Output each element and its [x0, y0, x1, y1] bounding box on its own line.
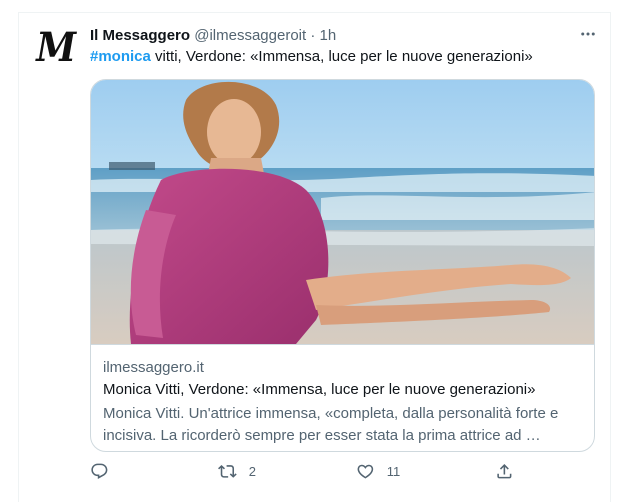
card-description: Monica Vitti. Un'attrice immensa, «compl… [103, 405, 559, 444]
reply-button[interactable] [90, 462, 121, 481]
avatar[interactable]: M [34, 26, 78, 70]
like-count: 11 [386, 463, 401, 479]
timeline-border-left [18, 12, 19, 502]
like-button[interactable]: 11 [356, 462, 400, 481]
link-preview-card[interactable]: ilmessaggero.it Monica Vitti, Verdone: «… [90, 79, 595, 452]
hashtag-link[interactable]: #monica [90, 48, 151, 65]
display-name[interactable]: Il Messaggero [90, 27, 190, 44]
tweet-actions: 2 11 [90, 462, 520, 492]
share-button[interactable] [495, 462, 514, 481]
like-icon [357, 464, 374, 479]
reply-icon [91, 463, 108, 479]
avatar-logo: M [36, 24, 76, 71]
share-icon [497, 464, 512, 479]
tweet-text: #monica vitti, Verdone: «Immensa, luce p… [90, 47, 533, 67]
card-domain: ilmessaggero.it [103, 359, 204, 376]
tweet-text-body: vitti, Verdone: «Immensa, luce per le nu… [150, 48, 533, 65]
card-body[interactable]: ilmessaggero.it Monica Vitti, Verdone: «… [91, 344, 594, 444]
card-title: Monica Vitti, Verdone: «Immensa, luce pe… [103, 381, 536, 398]
retweet-icon [218, 465, 237, 478]
retweet-count: 2 [248, 463, 256, 479]
more-options-icon[interactable] [576, 22, 600, 46]
timeline-border-top [18, 12, 611, 13]
more-dots-icon [581, 32, 595, 36]
user-handle[interactable]: @ilmessaggeroit [194, 27, 306, 44]
card-photo [91, 80, 594, 344]
card-image[interactable] [91, 80, 594, 344]
timeline-border-right [610, 12, 611, 502]
timestamp[interactable]: 1h [320, 27, 337, 44]
tweet-header: Il Messaggero @ilmessaggeroit · 1h [90, 26, 336, 46]
separator-dot: · [310, 27, 316, 44]
retweet-button[interactable]: 2 [218, 462, 256, 481]
